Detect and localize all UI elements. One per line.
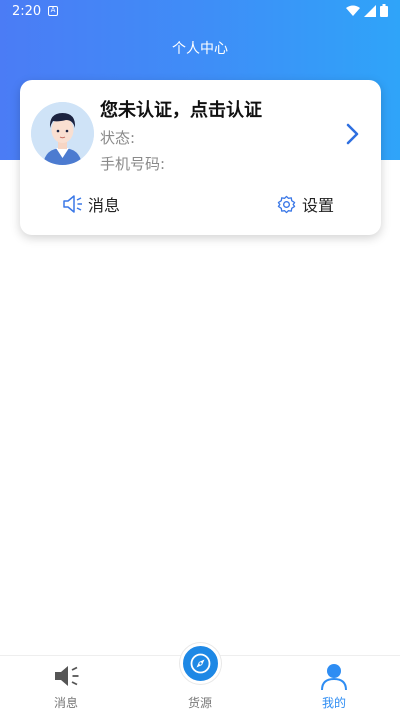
auth-prompt-title[interactable]: 您未认证，点击认证 [100, 96, 262, 122]
profile-card[interactable]: 您未认证，点击认证 状态: 手机号码: 消息 设置 [20, 80, 381, 235]
speaker-icon [55, 666, 79, 686]
avatar [31, 102, 94, 165]
settings-button[interactable]: 设置 [277, 192, 334, 216]
settings-button-label: 设置 [302, 196, 335, 215]
phone-label: 手机号码: [100, 155, 166, 173]
wifi-icon [346, 5, 360, 16]
tab-cargo-label: 货源 [187, 696, 212, 710]
tab-messages-label: 消息 [53, 696, 78, 710]
user-icon [321, 664, 347, 690]
tab-mine[interactable]: 我的 [294, 656, 374, 711]
message-button[interactable]: 消息 [62, 192, 120, 216]
status-icons [346, 4, 388, 17]
avatar-illustration [31, 102, 94, 165]
status-label: 状态: [100, 129, 136, 147]
battery-icon [380, 4, 388, 17]
cargo-center-button[interactable] [180, 643, 221, 684]
status-time: 2:20 [12, 4, 42, 19]
status-bar: 2:20 A [0, 0, 400, 24]
chevron-right-icon[interactable] [345, 122, 361, 146]
tab-mine-label: 我的 [321, 696, 346, 710]
status-a-badge: A [48, 6, 58, 16]
message-button-label: 消息 [88, 196, 121, 215]
signal-icon [364, 4, 376, 17]
gear-icon [277, 195, 296, 213]
compass-icon [190, 653, 211, 674]
tab-messages[interactable]: 消息 [26, 656, 106, 711]
page-title: 个人中心 [172, 41, 228, 57]
speaker-icon [63, 195, 82, 213]
